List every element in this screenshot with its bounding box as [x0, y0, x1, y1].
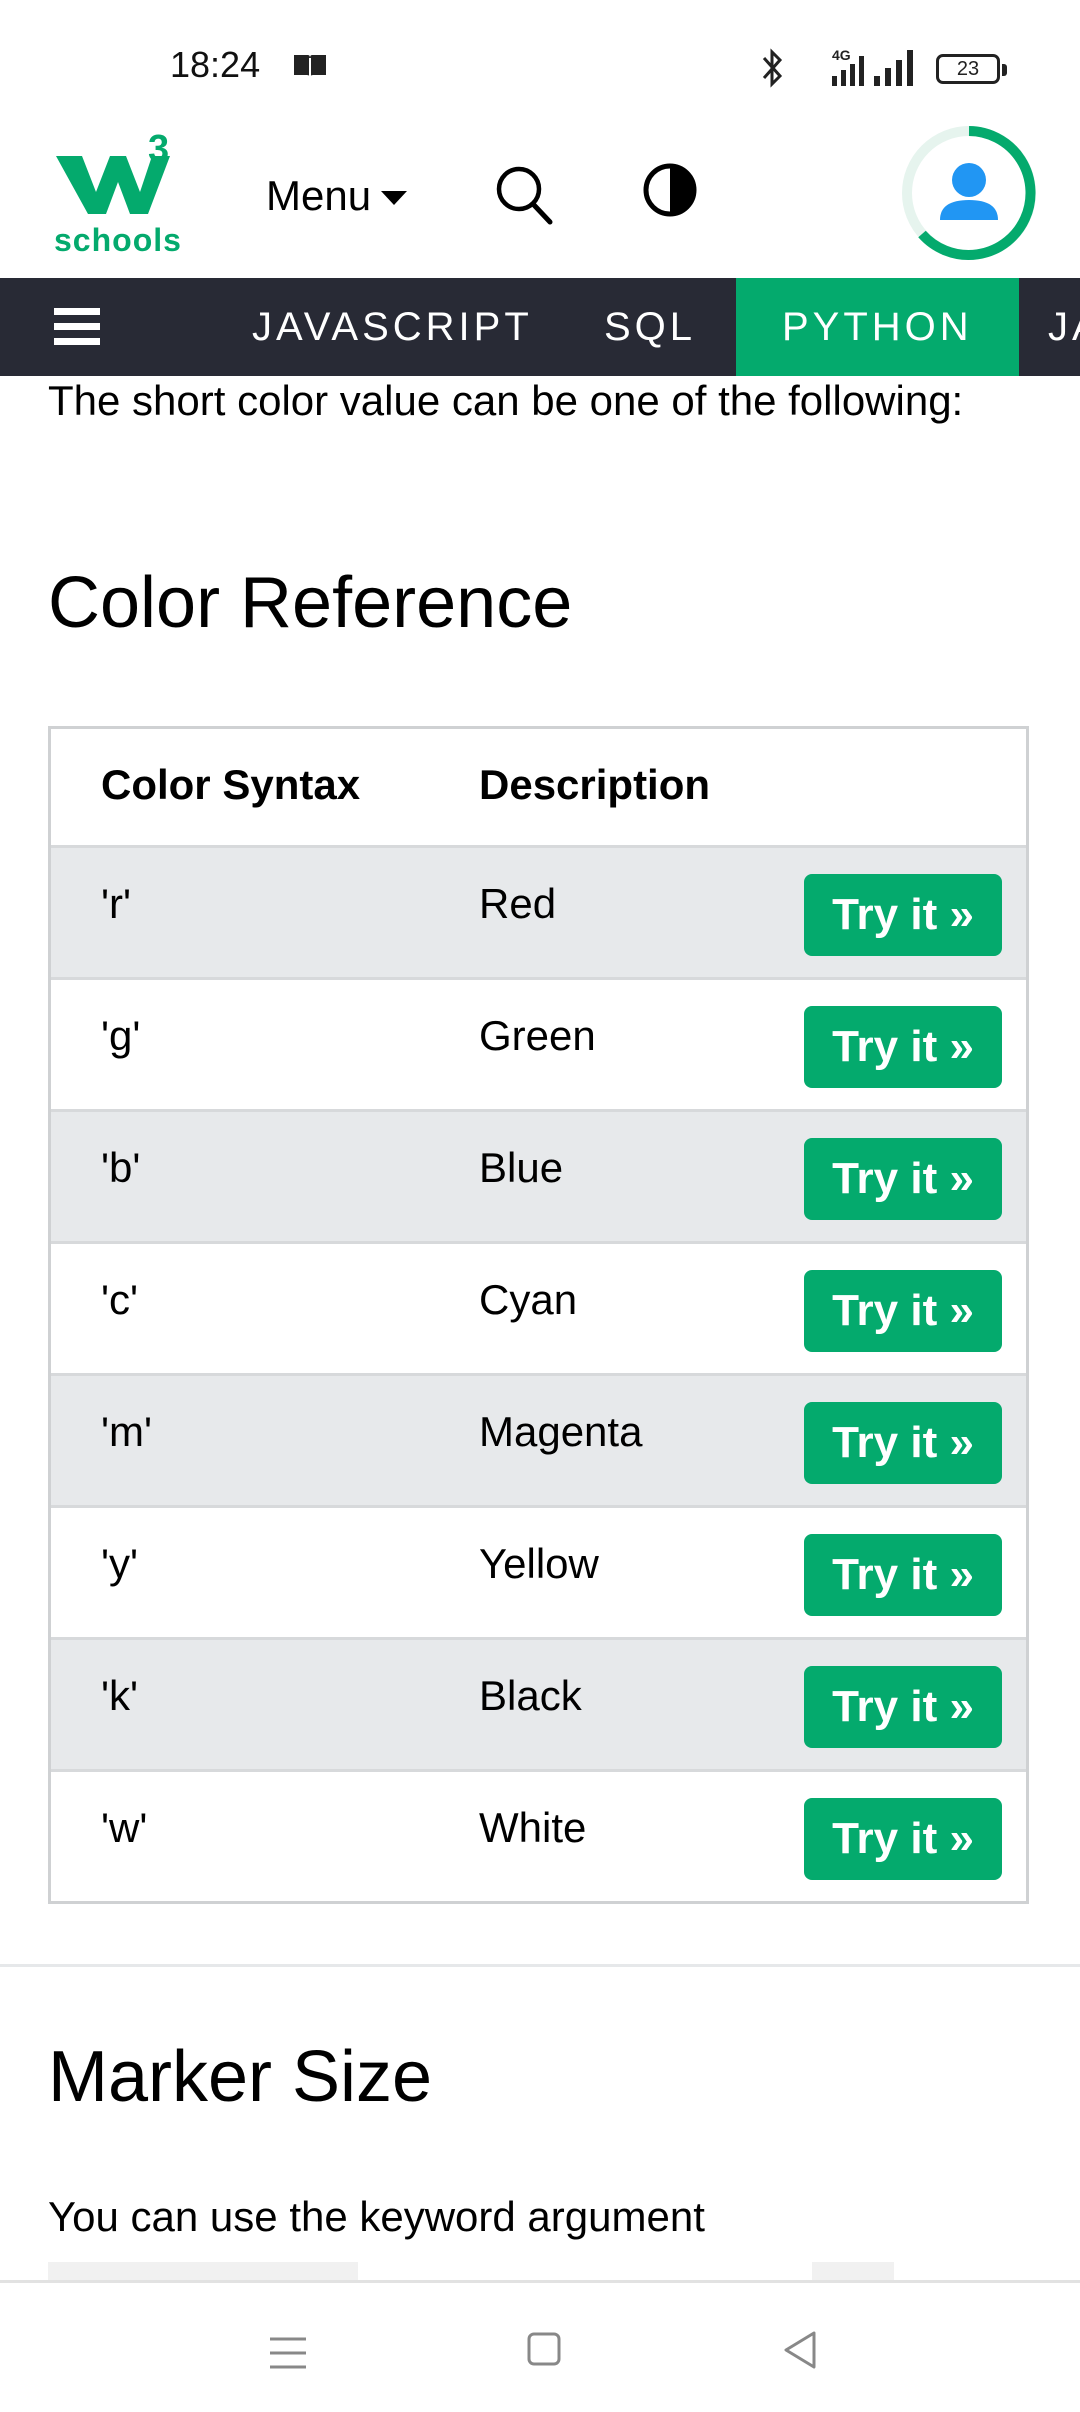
- battery-icon: 23: [936, 54, 1007, 84]
- topnav: JAVASCRIPT SQL PYTHON JA: [0, 278, 1080, 376]
- nav-java[interactable]: JA: [1048, 278, 1080, 376]
- color-syntax-cell: 'r': [101, 880, 132, 927]
- description-cell: Yellow: [479, 1540, 599, 1587]
- try-it-button[interactable]: Try it »: [804, 1666, 1002, 1748]
- hamburger-menu-icon[interactable]: [54, 308, 100, 348]
- try-it-button[interactable]: Try it »: [804, 1798, 1002, 1880]
- color-syntax-cell: 'k': [101, 1672, 139, 1719]
- bluetooth-icon: [762, 48, 783, 88]
- color-reference-table: Color Syntax Description 'r' Red Try it » '…: [48, 726, 1029, 1904]
- nav-sql[interactable]: SQL: [604, 278, 696, 376]
- intro-text: The short color value can be one of the …: [48, 377, 964, 424]
- color-syntax-cell: 'y': [101, 1540, 139, 1587]
- description-cell: White: [479, 1804, 587, 1851]
- logo-superscript: 3: [148, 128, 170, 170]
- user-avatar-icon[interactable]: [900, 124, 1038, 262]
- try-it-button[interactable]: Try it »: [804, 1270, 1002, 1352]
- menu-button[interactable]: Menu: [266, 166, 408, 226]
- table-header-row: Color Syntax Description: [51, 729, 1026, 845]
- table-row: 'g' Green Try it »: [51, 977, 1026, 1109]
- header-color-syntax: Color Syntax: [101, 761, 361, 808]
- nav-javascript[interactable]: JAVASCRIPT: [252, 278, 533, 376]
- color-reference-heading: Color Reference: [48, 563, 573, 643]
- back-triangle-icon[interactable]: [782, 2329, 818, 2371]
- color-syntax-cell: 'm': [101, 1408, 153, 1455]
- description-cell: Green: [479, 1012, 596, 1059]
- description-cell: Magenta: [479, 1408, 643, 1455]
- logo-text: schools: [54, 222, 182, 258]
- menu-label: Menu: [266, 172, 372, 219]
- try-it-button[interactable]: Try it »: [804, 1534, 1002, 1616]
- description-cell: Red: [479, 880, 557, 927]
- svg-text:4G: 4G: [832, 47, 851, 63]
- marker-size-text: You can use the keyword argument: [48, 2193, 705, 2240]
- search-icon[interactable]: [494, 162, 554, 228]
- table-row: 'w' White Try it »: [51, 1769, 1026, 1901]
- color-syntax-cell: 'g': [101, 1012, 141, 1059]
- color-syntax-cell: 'c': [101, 1276, 139, 1323]
- caret-down-icon: [381, 191, 408, 205]
- home-square-icon[interactable]: [526, 2331, 562, 2367]
- description-cell: Blue: [479, 1144, 564, 1191]
- header-description: Description: [479, 761, 711, 808]
- section-divider: [0, 1964, 1080, 1967]
- description-cell: Black: [479, 1672, 582, 1719]
- try-it-button[interactable]: Try it »: [804, 1402, 1002, 1484]
- table-row: 'b' Blue Try it »: [51, 1109, 1026, 1241]
- color-syntax-cell: 'w': [101, 1804, 148, 1851]
- table-row: 'm' Magenta Try it »: [51, 1373, 1026, 1505]
- nav-python[interactable]: PYTHON: [736, 278, 1019, 376]
- system-navigation-bar: [0, 2280, 1080, 2412]
- table-row: 'r' Red Try it »: [51, 845, 1026, 977]
- try-it-button[interactable]: Try it »: [804, 874, 1002, 956]
- try-it-button[interactable]: Try it »: [804, 1006, 1002, 1088]
- table-row: 'y' Yellow Try it »: [51, 1505, 1026, 1637]
- menu-lines-icon[interactable]: [268, 2335, 308, 2371]
- signal-icon: [874, 50, 913, 86]
- site-header: 3 schools Menu: [0, 120, 1080, 278]
- table-row: 'k' Black Try it »: [51, 1637, 1026, 1769]
- book-icon: [294, 55, 326, 78]
- try-it-button[interactable]: Try it »: [804, 1138, 1002, 1220]
- table-row: 'c' Cyan Try it »: [51, 1241, 1026, 1373]
- description-cell: Cyan: [479, 1276, 578, 1323]
- color-syntax-cell: 'b': [101, 1144, 141, 1191]
- status-time: 18:24: [170, 44, 261, 85]
- marker-size-heading: Marker Size: [48, 2037, 433, 2117]
- contrast-icon[interactable]: [640, 160, 700, 220]
- status-bar: 18:24 4G 23: [0, 0, 1080, 120]
- w3schools-logo[interactable]: 3 schools: [52, 128, 182, 262]
